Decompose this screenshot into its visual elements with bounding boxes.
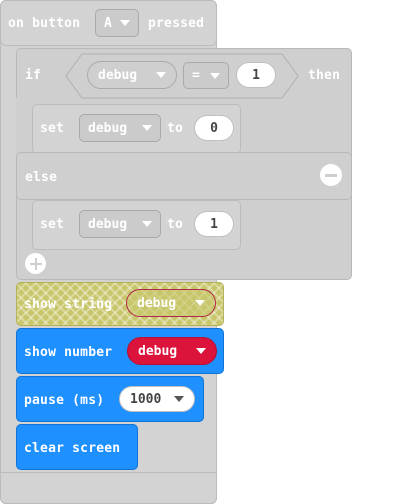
chevron-down-icon xyxy=(142,125,152,131)
chevron-down-icon xyxy=(196,348,206,354)
chevron-down-icon xyxy=(120,20,130,26)
chevron-down-icon xyxy=(142,221,152,227)
show-number-label: show number xyxy=(24,345,113,360)
set-value-input[interactable]: 1 xyxy=(194,211,234,237)
variable-dropdown-debug[interactable]: debug xyxy=(87,61,177,89)
to-label: to xyxy=(167,217,184,232)
event-footer xyxy=(0,472,217,504)
minus-circle-icon[interactable] xyxy=(320,164,342,186)
pause-value-dropdown[interactable]: 1000 xyxy=(119,386,195,412)
show-string-variable[interactable]: debug xyxy=(126,289,216,317)
show-string-label: show string xyxy=(24,297,113,312)
operator-value: = xyxy=(192,68,200,83)
set-label: set xyxy=(40,121,65,136)
set-label: set xyxy=(40,217,65,232)
if-label: if xyxy=(25,68,42,83)
if-rail xyxy=(16,98,32,160)
button-select-dropdown[interactable]: A xyxy=(95,9,139,37)
event-suffix-label: pressed xyxy=(148,16,205,31)
pause-value: 1000 xyxy=(130,391,162,407)
to-label: to xyxy=(167,121,184,136)
set-variable-dropdown[interactable]: debug xyxy=(79,210,161,238)
operator-dropdown[interactable]: = xyxy=(183,62,229,89)
event-prefix-label: on button xyxy=(8,16,81,31)
chevron-down-icon xyxy=(174,396,184,402)
chevron-down-icon xyxy=(156,72,166,78)
compare-value: 1 xyxy=(252,67,260,83)
set-variable-name: debug xyxy=(88,216,128,232)
compare-number-input[interactable]: 1 xyxy=(236,62,276,88)
set-value-input[interactable]: 0 xyxy=(194,115,234,141)
variable-name: debug xyxy=(98,67,138,83)
else-row xyxy=(16,152,352,200)
chevron-down-icon xyxy=(210,72,220,79)
variable-name: debug xyxy=(138,343,178,359)
plus-circle-icon[interactable] xyxy=(25,253,46,274)
set-value: 1 xyxy=(210,216,218,232)
pause-label: pause (ms) xyxy=(24,393,105,408)
chevron-down-icon xyxy=(195,300,205,306)
set-value: 0 xyxy=(210,120,218,136)
show-number-variable[interactable]: debug xyxy=(127,337,217,365)
clear-screen-label: clear screen xyxy=(24,441,121,456)
variable-name: debug xyxy=(137,295,177,311)
set-variable-name: debug xyxy=(88,120,128,136)
else-label: else xyxy=(25,170,58,185)
button-select-value: A xyxy=(104,15,112,31)
then-label: then xyxy=(308,68,341,83)
set-variable-dropdown[interactable]: debug xyxy=(79,114,161,142)
